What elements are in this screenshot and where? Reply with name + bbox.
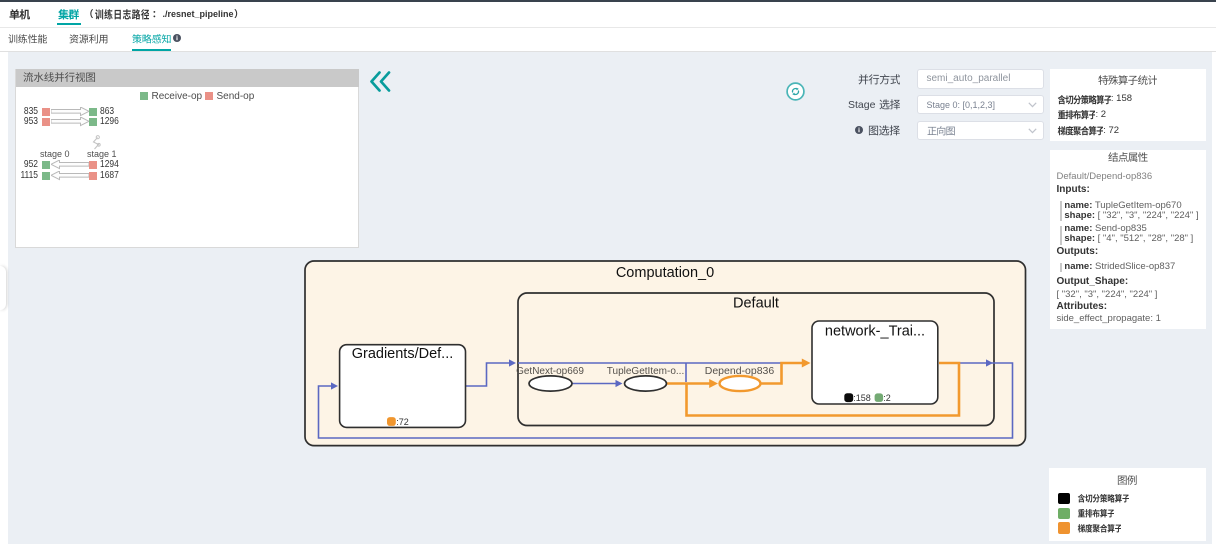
svg-text:Gradients/Def...: Gradients/Def...	[352, 346, 454, 362]
svg-text:TupleGetItem-o...: TupleGetItem-o...	[607, 366, 684, 377]
svg-text:Default: Default	[733, 296, 779, 312]
svg-text:Depend-op836: Depend-op836	[705, 365, 775, 377]
svg-text::158: :158	[853, 393, 871, 403]
svg-text:GetNext-op669: GetNext-op669	[516, 366, 584, 377]
svg-text:network-_Trai...: network-_Trai...	[825, 324, 925, 340]
svg-text::72: :72	[396, 417, 409, 427]
svg-text:Computation_0: Computation_0	[616, 265, 714, 281]
svg-text::2: :2	[883, 393, 891, 403]
